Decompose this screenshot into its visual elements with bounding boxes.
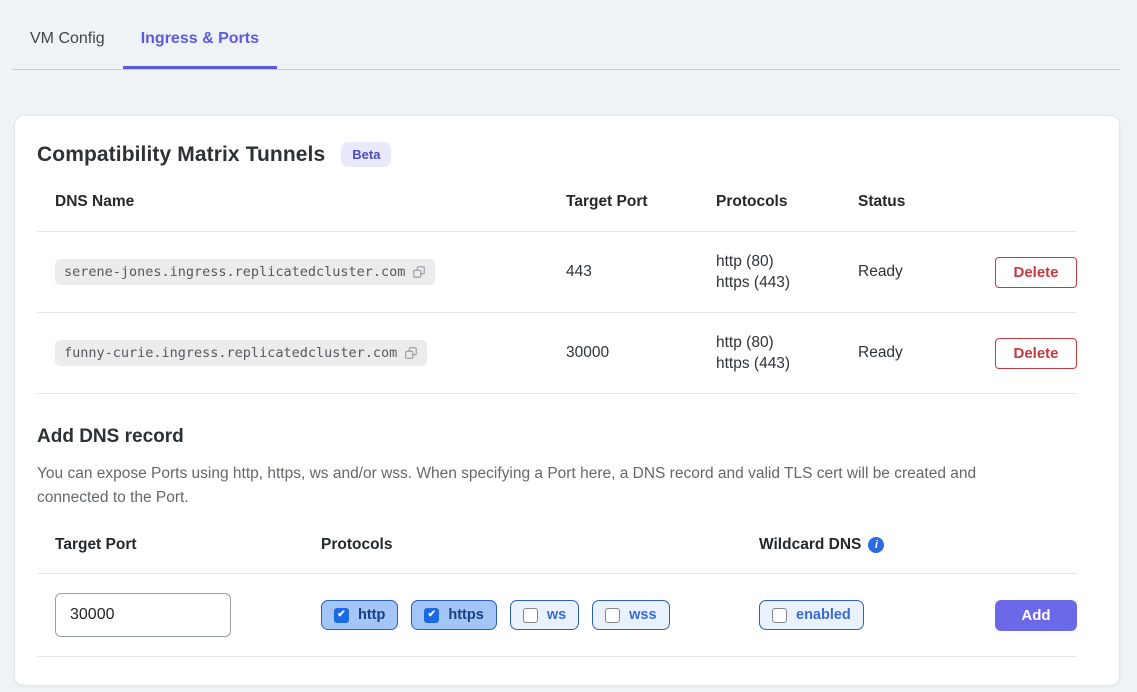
dns-name-text: funny-curie.ingress.replicatedcluster.co… [64, 345, 397, 361]
table-header-row: DNS Name Target Port Protocols Status [55, 167, 1077, 231]
form-labels-row: Target Port Protocols Wildcard DNS i [55, 536, 1077, 573]
checkbox-box [424, 608, 439, 623]
protocols-cell: http (80) https (443) [716, 332, 858, 374]
add-button[interactable]: Add [995, 600, 1077, 631]
tab-vm-config[interactable]: VM Config [12, 28, 123, 69]
checkbox-http[interactable]: http [321, 600, 398, 630]
col-header-target-port: Target Port [566, 193, 716, 211]
target-port-value: 443 [566, 263, 716, 281]
target-port-input[interactable] [55, 593, 231, 637]
divider [37, 393, 1077, 394]
checkbox-box [523, 608, 538, 623]
dns-name-text: serene-jones.ingress.replicatedcluster.c… [64, 264, 405, 280]
status-value: Ready [858, 263, 948, 281]
protocol-chips: http https ws wss [321, 600, 759, 630]
table-row: serene-jones.ingress.replicatedcluster.c… [55, 232, 1077, 312]
checkbox-wss[interactable]: wss [592, 600, 669, 630]
protocols-cell: http (80) https (443) [716, 251, 858, 293]
checkbox-wildcard-enabled[interactable]: enabled [759, 600, 864, 630]
col-header-dns-name: DNS Name [55, 193, 566, 211]
col-header-protocols: Protocols [716, 193, 858, 211]
checkbox-box [772, 608, 787, 623]
tab-bar: VM Config Ingress & Ports [12, 0, 1120, 70]
info-icon[interactable]: i [868, 537, 884, 553]
form-controls-row: http https ws wss enabled Add [55, 574, 1077, 656]
checkbox-box [605, 608, 620, 623]
tab-ingress-ports[interactable]: Ingress & Ports [123, 28, 277, 69]
label-protocols: Protocols [321, 536, 759, 554]
copy-icon[interactable] [404, 346, 418, 360]
copy-icon[interactable] [412, 265, 426, 279]
checkbox-box [334, 608, 349, 623]
page-title: Compatibility Matrix Tunnels [37, 143, 325, 167]
card-title-row: Compatibility Matrix Tunnels Beta [37, 142, 1077, 167]
add-dns-record-description: You can expose Ports using http, https, … [37, 462, 1047, 510]
delete-button[interactable]: Delete [995, 338, 1077, 369]
delete-button[interactable]: Delete [995, 257, 1077, 288]
checkbox-ws[interactable]: ws [510, 600, 579, 630]
label-wildcard-dns: Wildcard DNS i [759, 536, 1077, 554]
col-header-status: Status [858, 193, 948, 211]
add-dns-record-title: Add DNS record [37, 426, 1077, 448]
status-value: Ready [858, 344, 948, 362]
dns-name-pill: funny-curie.ingress.replicatedcluster.co… [55, 340, 427, 366]
tunnels-card: Compatibility Matrix Tunnels Beta DNS Na… [14, 115, 1120, 686]
beta-badge: Beta [341, 142, 391, 167]
label-target-port: Target Port [55, 536, 321, 554]
dns-name-pill: serene-jones.ingress.replicatedcluster.c… [55, 259, 435, 285]
target-port-value: 30000 [566, 344, 716, 362]
checkbox-https[interactable]: https [411, 600, 496, 630]
table-row: funny-curie.ingress.replicatedcluster.co… [55, 313, 1077, 393]
